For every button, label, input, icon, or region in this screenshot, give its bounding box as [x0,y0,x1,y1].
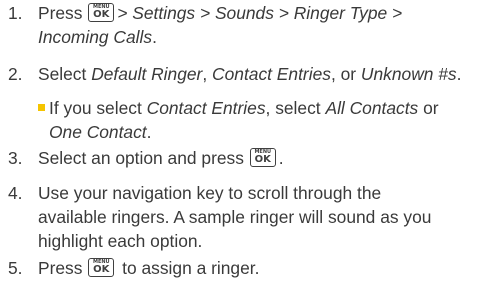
menu-path: > Settings > Sounds > Ringer Type > [117,3,403,23]
step-number: 1. [8,3,23,23]
sub-bullet: If you select Contact Entries, select Al… [38,96,478,144]
instruction-page: 1. Press MENU OK > Settings > Sounds > Rin… [0,0,484,282]
step-3: 3. Select an option and press MENU OK. [8,148,284,168]
menu-ok-key-icon: MENU OK [249,148,276,167]
option-unknown: Unknown #s [360,64,457,84]
bullet-square-icon [38,104,45,111]
option-contact-entries: Contact Entries [212,64,331,84]
step-4: 4. Use your navigation key to scroll thr… [8,183,432,251]
menu-path-end: Incoming Calls [38,27,153,47]
step-5: 5. Press MENU OK to assign a ringer. [8,258,260,278]
step-number: 3. [8,148,23,168]
step-number: 5. [8,258,23,278]
menu-ok-key-icon: MENU OK [88,3,115,22]
step-number: 2. [8,64,23,84]
step-1: 1. Press MENU OK > Settings > Sounds > Rin… [8,3,403,47]
step-text: Press [38,3,83,23]
step-number: 4. [8,183,23,203]
menu-ok-key-icon: MENU OK [88,258,115,277]
option-default-ringer: Default Ringer [91,64,203,84]
step-2: 2. Select Default Ringer, Contact Entrie… [8,64,462,84]
